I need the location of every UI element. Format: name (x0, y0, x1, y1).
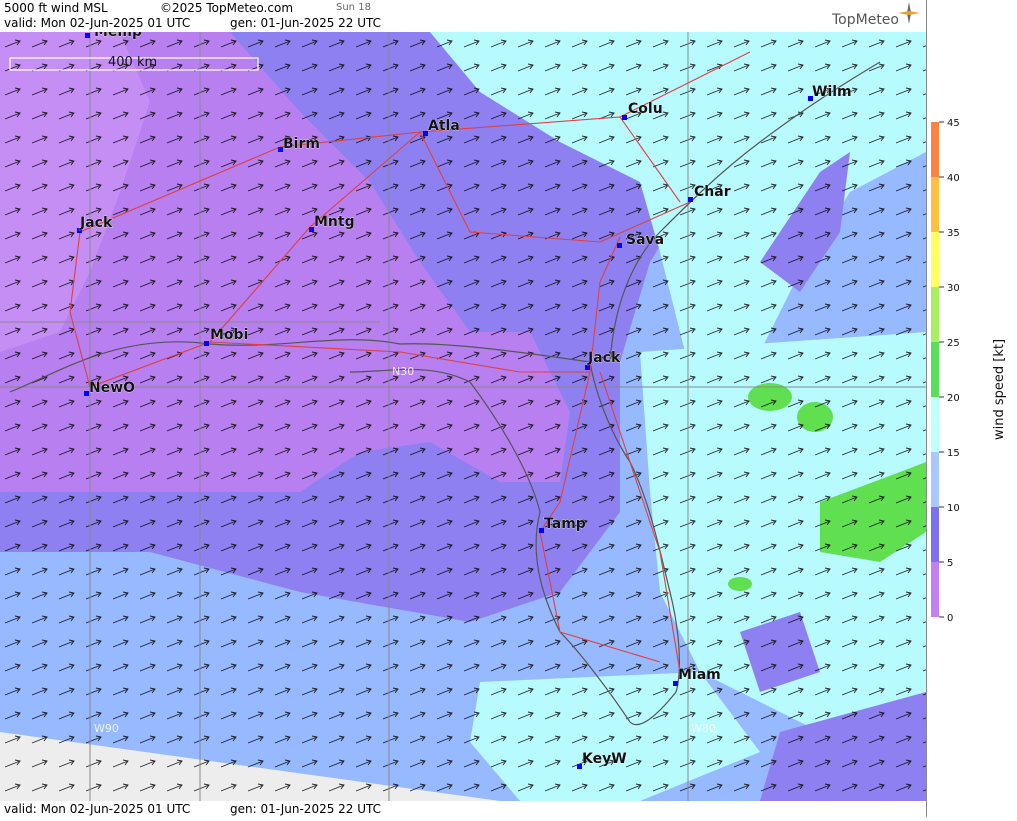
gen-time: gen: 01-Jun-2025 22 UTC (230, 16, 382, 30)
legend-color-swatch (931, 177, 939, 232)
city-label: KeyW (582, 751, 627, 767)
legend-tick-label: 35 (947, 228, 960, 239)
city-label: Wilm (812, 84, 852, 100)
city-label: Sava (626, 232, 664, 248)
footer-gen-time: gen: 01-Jun-2025 22 UTC (230, 802, 382, 816)
legend-tick-label: 10 (947, 503, 960, 514)
city-label: Jack (79, 215, 113, 231)
footer-valid-time: valid: Mon 02-Jun-2025 01 UTC (4, 802, 191, 816)
product-title: 5000 ft wind MSL (4, 1, 108, 15)
legend-tick-label: 15 (947, 448, 960, 459)
grid-label-n30: N30 (392, 365, 414, 378)
city-label: Atla (428, 118, 460, 134)
wind-map[interactable]: 400 km N30 W90 W80 Memp Birm Atla Colu W… (0, 32, 926, 801)
city-label: Miam (678, 667, 721, 683)
header-bar: 5000 ft wind MSL ©2025 TopMeteo.com Sun … (0, 0, 926, 32)
city-label: NewO (89, 380, 135, 396)
map-canvas: 400 km N30 W90 W80 Memp Birm Atla Colu W… (0, 32, 926, 801)
legend-tick-label: 45 (947, 118, 960, 129)
legend-colorbar: 0 5 10 15 20 25 30 35 40 45 wind speed [kt] (931, 118, 1007, 624)
grid-label-w80: W80 (691, 722, 716, 735)
legend-color-swatch (931, 232, 939, 287)
legend-tick-label: 5 (947, 558, 953, 569)
copyright-text: ©2025 TopMeteo.com (160, 1, 294, 15)
legend-color-swatch (931, 397, 939, 452)
city-label: Char (694, 184, 731, 200)
legend-title: wind speed [kt] (992, 339, 1007, 440)
city-label: Jack (587, 350, 621, 366)
topmeteo-logo: TopMeteo (832, 2, 920, 28)
city-label: Mntg (314, 214, 355, 230)
legend-tick-label: 40 (947, 173, 960, 184)
legend-tick-label: 0 (947, 613, 953, 624)
valid-time: valid: Mon 02-Jun-2025 01 UTC (4, 16, 191, 30)
footer-bar: valid: Mon 02-Jun-2025 01 UTC gen: 01-Ju… (0, 801, 926, 817)
city-label: Memp (94, 32, 142, 40)
legend-color-swatch (931, 342, 939, 397)
legend-tick-label: 25 (947, 338, 960, 349)
legend-color-swatch (931, 287, 939, 342)
city-label: Tamp (544, 516, 586, 532)
legend-color-swatch (931, 122, 939, 177)
legend-color-swatch (931, 452, 939, 507)
sun-label: Sun 18 (336, 2, 371, 13)
city-label: Birm (283, 136, 320, 152)
city-label: Mobi (210, 327, 248, 343)
legend-tick-label: 20 (947, 393, 960, 404)
legend-tick-label: 30 (947, 283, 960, 294)
legend-color-swatch (931, 507, 939, 562)
scale-label: 400 km (108, 55, 157, 70)
compass-icon (898, 2, 920, 24)
legend-color-swatch (931, 562, 939, 617)
city-label: Colu (628, 101, 663, 117)
wind-arrows (0, 32, 926, 801)
wind-speed-legend: 0 5 10 15 20 25 30 35 40 45 wind speed [kt] (926, 0, 1017, 817)
grid-label-w90: W90 (94, 722, 119, 735)
logo-text: TopMeteo (832, 12, 899, 28)
